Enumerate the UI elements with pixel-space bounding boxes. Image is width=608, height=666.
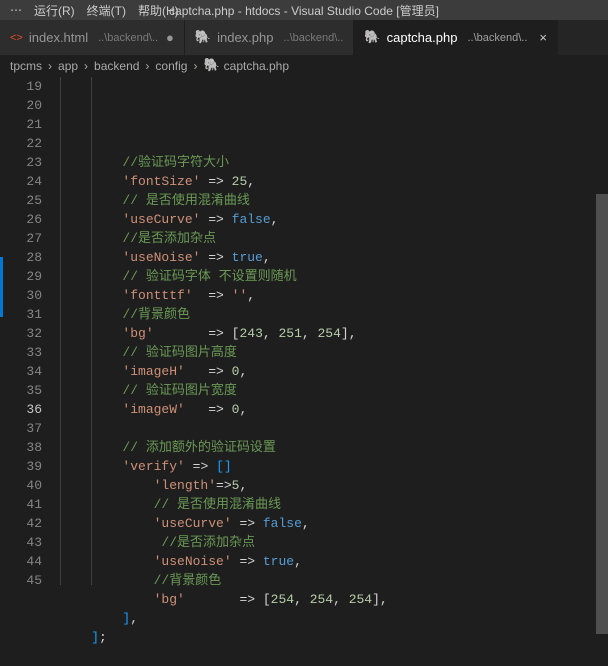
code-line[interactable]: 'fontSize' => 25, <box>60 172 608 191</box>
line-number: 24 <box>0 172 42 191</box>
tab-captcha-php[interactable]: 🐘 captcha.php ..\backend\.. × <box>354 20 558 55</box>
tab-description: ..\backend\.. <box>98 32 158 44</box>
line-number-gutter: 1920212223242526272829303132333435363738… <box>0 77 60 585</box>
editor[interactable]: 1920212223242526272829303132333435363738… <box>0 77 608 585</box>
code-line[interactable]: 'useNoise' => true, <box>60 248 608 267</box>
line-number: 35 <box>0 381 42 400</box>
code-line[interactable] <box>60 647 608 666</box>
chevron-right-icon: › <box>82 59 90 73</box>
code-line[interactable]: 'useNoise' => true, <box>60 552 608 571</box>
code-line[interactable]: //是否添加杂点 <box>60 533 608 552</box>
line-number: 28 <box>0 248 42 267</box>
vertical-scrollbar[interactable] <box>596 154 608 585</box>
line-number: 44 <box>0 552 42 571</box>
line-number: 19 <box>0 77 42 96</box>
line-number: 43 <box>0 533 42 552</box>
line-number: 32 <box>0 324 42 343</box>
code-line[interactable]: // 验证码图片高度 <box>60 343 608 362</box>
breadcrumb-segment[interactable]: tpcms <box>10 59 42 73</box>
line-number: 34 <box>0 362 42 381</box>
line-number: 42 <box>0 514 42 533</box>
line-number: 39 <box>0 457 42 476</box>
line-number: 27 <box>0 229 42 248</box>
menubar: ⋯ 运行(R) 终端(T) 帮助(H) <box>0 0 608 20</box>
code-line[interactable]: ], <box>60 609 608 628</box>
code-line[interactable]: // 添加额外的验证码设置 <box>60 438 608 457</box>
code-line[interactable]: // 验证码字体 不设置则随机 <box>60 267 608 286</box>
line-number: 22 <box>0 134 42 153</box>
menu-terminal[interactable]: 终端(T) <box>81 2 132 19</box>
code-line[interactable]: 'length'=>5, <box>60 476 608 495</box>
tab-bar: <> index.html ..\backend\.. ● 🐘 index.php ..\b… <box>0 20 608 55</box>
close-icon[interactable]: × <box>539 30 547 45</box>
php-file-icon: 🐘 <box>203 57 219 73</box>
breadcrumbs[interactable]: tpcms › app › backend › config › 🐘 captcha.php <box>0 55 608 77</box>
line-number: 40 <box>0 476 42 495</box>
menu-help[interactable]: 帮助(H) <box>132 2 185 19</box>
scroll-thumb[interactable] <box>596 194 608 634</box>
tab-label: captcha.php <box>387 30 458 45</box>
code-line[interactable] <box>60 419 608 438</box>
line-number: 30 <box>0 286 42 305</box>
code-line[interactable]: // 是否使用混淆曲线 <box>60 495 608 514</box>
breadcrumb-segment[interactable]: backend <box>94 59 139 73</box>
chevron-right-icon: › <box>143 59 151 73</box>
code-line[interactable]: //背景颜色 <box>60 305 608 324</box>
breadcrumb-segment[interactable]: app <box>58 59 78 73</box>
line-number: 41 <box>0 495 42 514</box>
line-number: 20 <box>0 96 42 115</box>
code-line[interactable]: // 验证码图片宽度 <box>60 381 608 400</box>
code-line[interactable]: 'imageH' => 0, <box>60 362 608 381</box>
dirty-indicator-icon: ● <box>166 30 174 45</box>
tab-label: index.php <box>217 30 273 45</box>
code-line[interactable]: //验证码字符大小 <box>60 153 608 172</box>
line-number: 37 <box>0 419 42 438</box>
line-number: 45 <box>0 571 42 590</box>
menu-run[interactable]: 运行(R) <box>28 2 81 19</box>
breadcrumb-segment[interactable]: config <box>155 59 187 73</box>
code-line[interactable]: 'useCurve' => false, <box>60 210 608 229</box>
code-line[interactable]: 'verify' => [] <box>60 457 608 476</box>
tab-index-html[interactable]: <> index.html ..\backend\.. ● <box>0 20 185 55</box>
indent-guide <box>91 77 92 585</box>
chevron-right-icon: › <box>46 59 54 73</box>
code-line[interactable]: //是否添加杂点 <box>60 229 608 248</box>
code-line[interactable]: 'imageW' => 0, <box>60 400 608 419</box>
code-line[interactable]: //背景颜色 <box>60 571 608 590</box>
code-line[interactable]: 'bg' => [254, 254, 254], <box>60 590 608 609</box>
line-number: 23 <box>0 153 42 172</box>
tab-index-php[interactable]: 🐘 index.php ..\backend\.. <box>185 20 355 55</box>
line-number: 38 <box>0 438 42 457</box>
line-number: 21 <box>0 115 42 134</box>
tab-label: index.html <box>29 30 88 45</box>
breadcrumb-segment[interactable]: captcha.php <box>224 59 289 73</box>
html-file-icon: <> <box>10 32 23 44</box>
line-number: 29 <box>0 267 42 286</box>
code-line[interactable]: ]; <box>60 628 608 647</box>
php-file-icon: 🐘 <box>195 29 211 45</box>
code-line[interactable]: 'useCurve' => false, <box>60 514 608 533</box>
code-line[interactable]: // 是否使用混淆曲线 <box>60 191 608 210</box>
code-line[interactable]: 'fontttf' => '', <box>60 286 608 305</box>
code-line[interactable]: 'bg' => [243, 251, 254], <box>60 324 608 343</box>
gutter-marker <box>0 257 3 317</box>
tab-description: ..\backend\.. <box>283 32 343 44</box>
code-area[interactable]: //验证码字符大小 'fontSize' => 25, // 是否使用混淆曲线 … <box>60 77 608 585</box>
tab-description: ..\backend\.. <box>467 32 527 44</box>
chevron-right-icon: › <box>191 59 199 73</box>
menu-item[interactable]: ⋯ <box>4 3 28 17</box>
line-number: 36 <box>0 400 42 419</box>
line-number: 25 <box>0 191 42 210</box>
line-number: 26 <box>0 210 42 229</box>
line-number: 31 <box>0 305 42 324</box>
line-number: 33 <box>0 343 42 362</box>
indent-guide <box>60 77 61 585</box>
php-file-icon: 🐘 <box>364 29 380 45</box>
